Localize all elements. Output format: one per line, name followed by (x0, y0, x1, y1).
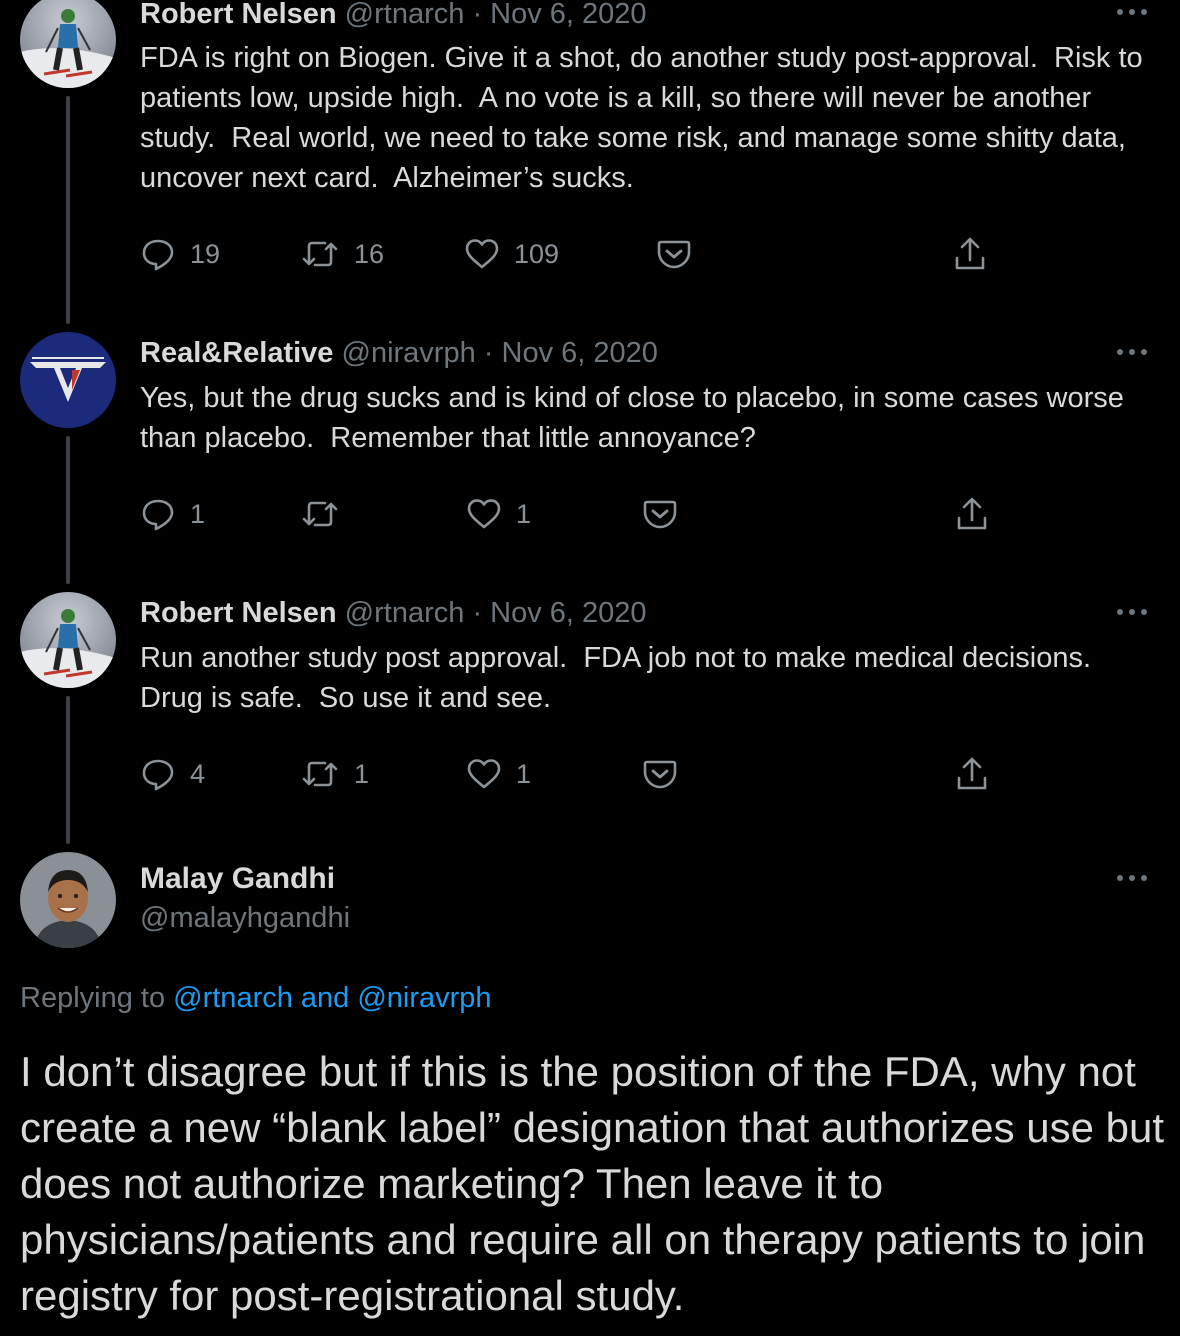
tweet-date[interactable]: Nov 6, 2020 (490, 597, 646, 629)
tweet-actions: 19 16 109 (140, 234, 1040, 274)
like-count: 1 (516, 498, 532, 529)
like-count: 1 (516, 758, 532, 789)
van-halen-logo-avatar[interactable] (20, 332, 116, 428)
heart-icon (466, 756, 502, 792)
more-options-icon[interactable] (1114, 868, 1150, 888)
save-button[interactable] (642, 494, 678, 534)
like-count: 109 (514, 238, 560, 269)
tweet-text: Run another study post approval. FDA job… (140, 642, 1108, 714)
heart-icon (466, 496, 502, 532)
share-button[interactable] (954, 494, 990, 534)
reply-button[interactable]: 19 (140, 234, 220, 274)
share-icon (954, 756, 990, 792)
author-handle[interactable]: @rtnarch (345, 597, 465, 629)
tweet[interactable]: Real&Relative @niravrph · Nov 6, 2020 Ye… (0, 332, 1180, 572)
tweet-header: Robert Nelsen @rtnarch · Nov 6, 2020 (140, 595, 647, 631)
save-button[interactable] (656, 234, 692, 274)
separator: · (483, 337, 494, 369)
author-name[interactable]: Robert Nelsen (140, 597, 337, 629)
reply-icon (140, 756, 176, 792)
share-icon (952, 236, 988, 272)
tweet-actions: 4 1 1 (140, 754, 1040, 794)
tweet-text: FDA is right on Biogen. Give it a shot, … (140, 42, 1151, 194)
share-button[interactable] (952, 234, 988, 274)
replying-to: Replying to @rtnarch and @niravrph (20, 982, 492, 1015)
tweet-date[interactable]: Nov 6, 2020 (502, 337, 658, 369)
retweet-icon (300, 236, 340, 272)
more-options-icon[interactable] (1114, 602, 1150, 622)
tweet-actions: 1 1 (140, 494, 1040, 534)
tweet-text: Yes, but the drug sucks and is kind of c… (140, 382, 1132, 454)
author-handle[interactable]: @niravrph (342, 337, 476, 369)
reply-count: 1 (190, 498, 206, 529)
pocket-save-icon (656, 236, 692, 272)
author-name[interactable]: Malay Gandhi (140, 862, 335, 896)
pocket-save-icon (642, 496, 678, 532)
share-icon (954, 496, 990, 532)
replying-prefix: Replying to (20, 982, 174, 1014)
reply-icon (140, 236, 176, 272)
retweet-icon (300, 756, 340, 792)
tweet[interactable]: Robert Nelsen @rtnarch · Nov 6, 2020 FDA… (0, 0, 1180, 300)
retweet-count: 16 (354, 238, 385, 269)
main-tweet-text: I don’t disagree but if this is the posi… (20, 1048, 1165, 1319)
person-portrait-avatar[interactable] (20, 852, 116, 948)
more-options-icon[interactable] (1114, 342, 1150, 362)
more-options-icon[interactable] (1114, 2, 1150, 22)
heart-icon (464, 236, 500, 272)
reply-button[interactable]: 4 (140, 754, 205, 794)
share-button[interactable] (954, 754, 990, 794)
tweet-header: Real&Relative @niravrph · Nov 6, 2020 (140, 335, 658, 371)
retweet-button[interactable]: 16 (300, 234, 384, 274)
like-button[interactable]: 109 (464, 234, 559, 274)
skier-avatar[interactable] (20, 0, 116, 88)
reply-button[interactable]: 1 (140, 494, 205, 534)
author-name[interactable]: Real&Relative (140, 337, 333, 369)
retweet-button[interactable]: 1 (300, 754, 369, 794)
like-button[interactable]: 1 (466, 494, 531, 534)
separator: · (472, 0, 483, 30)
separator: · (472, 597, 483, 629)
reply-count: 19 (190, 238, 221, 269)
retweet-count: 1 (354, 758, 370, 789)
skier-avatar[interactable] (20, 592, 116, 688)
tweet-header: Robert Nelsen @rtnarch · Nov 6, 2020 (140, 0, 647, 32)
like-button[interactable]: 1 (466, 754, 531, 794)
author-handle[interactable]: @malayhgandhi (140, 902, 350, 935)
save-button[interactable] (642, 754, 678, 794)
pocket-save-icon (642, 756, 678, 792)
author-name[interactable]: Robert Nelsen (140, 0, 337, 30)
tweet[interactable]: Robert Nelsen @rtnarch · Nov 6, 2020 Run… (0, 592, 1180, 832)
retweet-icon (300, 496, 340, 532)
retweet-button[interactable] (300, 494, 354, 534)
reply-icon (140, 496, 176, 532)
author-handle[interactable]: @rtnarch (345, 0, 465, 30)
reply-count: 4 (190, 758, 206, 789)
tweet-date[interactable]: Nov 6, 2020 (490, 0, 646, 30)
replying-links[interactable]: @rtnarch and @niravrph (173, 982, 491, 1014)
